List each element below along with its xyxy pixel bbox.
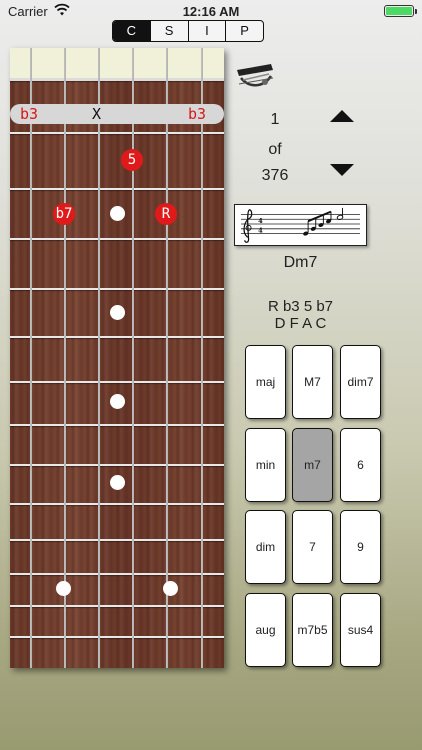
svg-text:4: 4 — [258, 217, 263, 225]
fret-line — [10, 424, 224, 426]
tab-c[interactable]: C — [113, 21, 150, 41]
clock: 12:16 AM — [182, 4, 240, 19]
fretboard-wood — [10, 78, 224, 668]
note-marker-root[interactable]: R — [155, 203, 177, 225]
chord-type-aug-button[interactable]: aug — [245, 593, 286, 667]
staff-notation: 4 4 — [234, 204, 367, 246]
fret-line — [10, 573, 224, 575]
indicator-right-label: b3 — [188, 105, 207, 123]
chord-intervals: R b3 5 b7 — [267, 298, 334, 315]
note-marker-b7[interactable]: b7 — [53, 203, 75, 225]
fretboard[interactable]: b3 X b3 5 b7 R — [10, 48, 224, 668]
tab-i[interactable]: I — [187, 21, 226, 41]
indicator-mute-label: X — [92, 105, 102, 123]
fret-line — [10, 188, 224, 190]
chord-type-maj-button[interactable]: maj — [245, 345, 286, 419]
fret-line — [10, 464, 224, 466]
fret-inlay — [163, 581, 178, 596]
chord-formula: R b3 5 b7 D F A C — [234, 298, 367, 332]
position-total: 376 — [261, 167, 289, 184]
fret-line — [10, 288, 224, 290]
guitar-string — [64, 48, 66, 668]
fret-inlay — [110, 305, 125, 320]
fret-line — [10, 503, 224, 505]
chord-type-9-button[interactable]: 9 — [340, 510, 381, 584]
fret-line — [10, 132, 224, 134]
chord-type-m7-button[interactable]: m7 — [292, 428, 333, 502]
fretboard-headstock — [10, 48, 224, 78]
chord-type-6-button[interactable]: 6 — [340, 428, 381, 502]
fret-line — [10, 336, 224, 338]
fret-line — [10, 238, 224, 240]
fret-inlay — [110, 206, 125, 221]
fret-inlay — [110, 394, 125, 409]
fret-line — [10, 605, 224, 607]
mode-segmented-control: C S I P — [112, 20, 264, 42]
fret-inlay — [56, 581, 71, 596]
guitar-string — [98, 48, 100, 668]
chord-type-7-button[interactable]: 7 — [292, 510, 333, 584]
chord-type-dim7-button[interactable]: dim7 — [340, 345, 381, 419]
arrow-up-icon[interactable] — [330, 110, 354, 122]
status-bar: Carrier 12:16 AM — [0, 0, 422, 22]
arrow-down-icon[interactable] — [330, 164, 354, 176]
chord-name: Dm7 — [283, 254, 318, 271]
nut — [10, 78, 224, 81]
tab-s[interactable]: S — [149, 21, 188, 41]
guitar-string — [201, 48, 203, 668]
guitar-string — [132, 48, 134, 668]
chord-notes: D F A C — [274, 315, 327, 332]
chord-type-min-button[interactable]: min — [245, 428, 286, 502]
position-current: 1 — [270, 111, 280, 128]
battery-icon — [384, 5, 417, 17]
svg-text:4: 4 — [258, 227, 263, 235]
indicator-left-label: b3 — [20, 105, 39, 123]
guitar-string — [166, 48, 168, 668]
capo-icon[interactable] — [235, 62, 275, 94]
fret-line — [10, 381, 224, 383]
chord-type-sus4-button[interactable]: sus4 — [340, 593, 381, 667]
note-marker-5[interactable]: 5 — [121, 149, 143, 171]
chord-type-M7-button[interactable]: M7 — [292, 345, 333, 419]
tab-p[interactable]: P — [225, 21, 263, 41]
fret-line — [10, 539, 224, 541]
chord-type-m7b5-button[interactable]: m7b5 — [292, 593, 333, 667]
guitar-string — [30, 48, 32, 668]
fret-line — [10, 636, 224, 638]
chord-type-dim-button[interactable]: dim — [245, 510, 286, 584]
fret-inlay — [110, 475, 125, 490]
position-of-label: of — [268, 141, 282, 158]
